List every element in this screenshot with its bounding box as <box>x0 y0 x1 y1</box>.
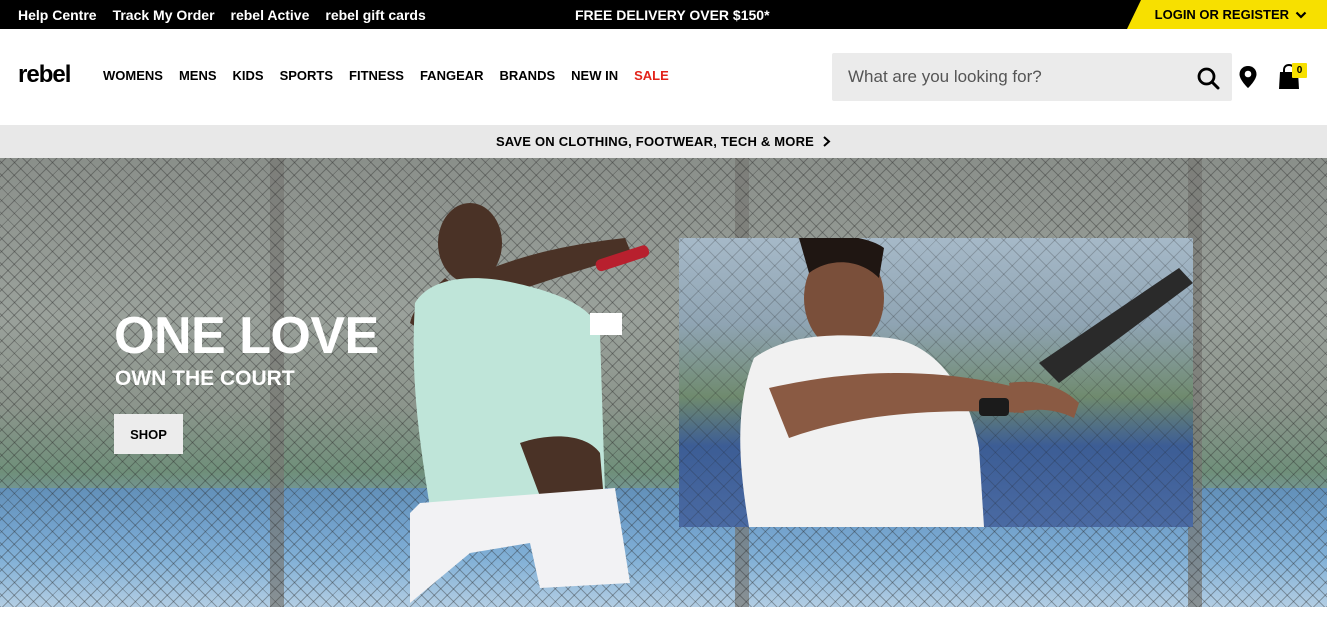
store-locator-icon[interactable] <box>1238 65 1258 89</box>
tennis-player-image <box>410 203 650 603</box>
rebel-logo[interactable]: rebel <box>18 61 71 89</box>
main-nav: WOMENS MENS KIDS SPORTS FITNESS FANGEAR … <box>103 68 669 83</box>
hero-subtitle: OWN THE COURT <box>115 367 295 390</box>
tennis-player-video-image <box>740 238 1193 527</box>
gift-cards-link[interactable]: rebel gift cards <box>325 7 425 23</box>
page-bottom-space <box>0 607 1327 625</box>
nav-brands[interactable]: BRANDS <box>500 68 556 83</box>
promo-strip-text: SAVE ON CLOTHING, FOOTWEAR, TECH & MORE <box>495 134 815 149</box>
search-input[interactable] <box>832 53 1192 101</box>
nav-fangear[interactable]: FANGEAR <box>420 68 484 83</box>
nav-sale[interactable]: SALE <box>634 68 669 83</box>
search-icon[interactable] <box>1196 66 1220 90</box>
nav-fitness[interactable]: FITNESS <box>349 68 404 83</box>
search-bar <box>832 53 1232 101</box>
cart-count-badge: 0 <box>1292 63 1307 78</box>
utility-bar: Help Centre Track My Order rebel Active … <box>0 0 1327 29</box>
track-order-link[interactable]: Track My Order <box>113 7 215 23</box>
nav-new-in[interactable]: NEW IN <box>571 68 618 83</box>
utility-links: Help Centre Track My Order rebel Active … <box>18 0 426 29</box>
login-register-label: LOGIN OR REGISTER <box>1154 7 1289 22</box>
promo-strip[interactable]: SAVE ON CLOTHING, FOOTWEAR, TECH & MORE <box>0 125 1327 158</box>
chevron-right-icon <box>823 136 831 147</box>
help-centre-link[interactable]: Help Centre <box>18 7 97 23</box>
hero-title: ONE LOVE <box>114 307 379 365</box>
chevron-down-icon <box>1295 11 1307 19</box>
hero-video-inset[interactable] <box>679 238 1193 527</box>
hero-banner: ONE LOVE OWN THE COURT SHOP <box>0 158 1327 607</box>
rebel-active-link[interactable]: rebel Active <box>231 7 310 23</box>
nav-mens[interactable]: MENS <box>179 68 217 83</box>
login-register-button[interactable]: LOGIN OR REGISTER <box>1127 0 1327 29</box>
shop-button[interactable]: SHOP <box>114 414 183 454</box>
main-header: rebel WOMENS MENS KIDS SPORTS FITNESS FA… <box>0 29 1327 125</box>
nav-kids[interactable]: KIDS <box>233 68 264 83</box>
nav-sports[interactable]: SPORTS <box>280 68 333 83</box>
delivery-promo: FREE DELIVERY OVER $150* <box>575 6 770 23</box>
nav-womens[interactable]: WOMENS <box>103 68 163 83</box>
